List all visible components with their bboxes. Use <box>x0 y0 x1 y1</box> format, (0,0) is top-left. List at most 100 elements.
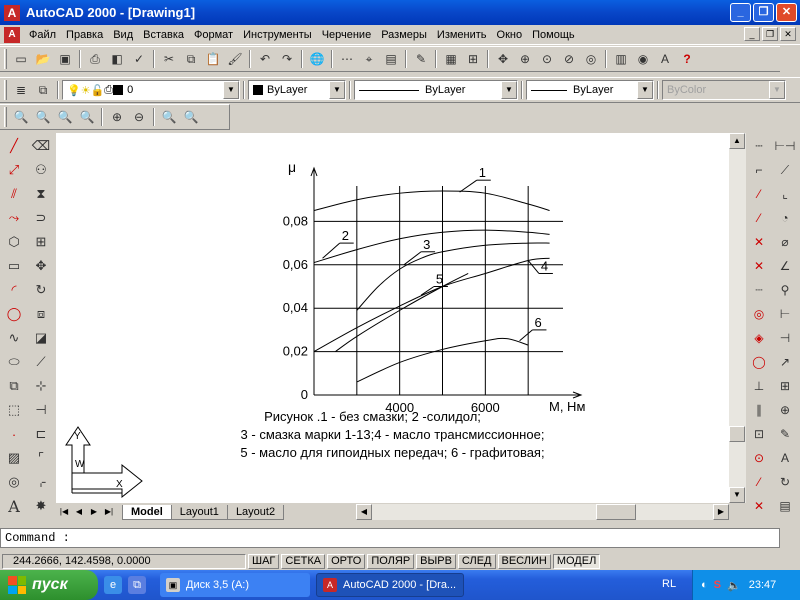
toolbar-grip[interactable] <box>4 80 7 100</box>
center-mark-icon[interactable]: ⊕ <box>774 399 796 421</box>
minimize-button[interactable]: _ <box>730 3 751 22</box>
new-icon[interactable]: ▭ <box>10 48 32 70</box>
stretch-icon[interactable]: ◪ <box>30 327 52 349</box>
next-tab-icon[interactable]: ▶ <box>87 505 101 519</box>
zoom-previous-icon[interactable]: ⊘ <box>558 48 580 70</box>
snap-nearest-icon[interactable]: ⁄ <box>748 471 770 493</box>
snap-icon[interactable]: ⋯ <box>336 48 358 70</box>
lengthen-icon[interactable]: ⟋ <box>30 351 52 373</box>
scroll-right-button[interactable]: ▶ <box>713 504 729 520</box>
menu-help[interactable]: Помощь <box>527 29 580 41</box>
first-tab-icon[interactable]: |◀ <box>57 505 71 519</box>
paste-icon[interactable]: 📋 <box>202 48 224 70</box>
mtext-icon[interactable]: A <box>3 495 25 517</box>
snap-midpoint-icon[interactable]: ⁄ <box>748 207 770 229</box>
tab-layout1[interactable]: Layout1 <box>170 504 228 520</box>
scale-icon[interactable]: ⧈ <box>30 303 52 325</box>
chevron-down-icon[interactable]: ▼ <box>501 81 517 99</box>
toolbar-grip[interactable] <box>4 107 7 127</box>
lineweight-select[interactable]: ByLayer ▼ <box>526 80 654 100</box>
snap-apparent-icon[interactable]: ✕ <box>748 255 770 277</box>
ellipse-icon[interactable]: ⬭ <box>3 351 25 373</box>
temp-track-icon[interactable]: ┄ <box>748 135 770 157</box>
osnap-toggle[interactable]: ВЫРВ <box>416 554 456 569</box>
dim-diameter-icon[interactable]: ⌀ <box>774 231 796 253</box>
snap-intersection-icon[interactable]: ✕ <box>748 231 770 253</box>
vertical-scroll-thumb[interactable] <box>729 426 745 442</box>
menu-modify[interactable]: Изменить <box>432 29 492 41</box>
title-bar[interactable]: A AutoCAD 2000 - [Drawing1] _ ❐ ✕ <box>0 0 800 25</box>
zoom-extents-icon[interactable]: 🔍 <box>180 106 202 128</box>
dim-aligned-icon[interactable]: ⟋ <box>774 159 796 181</box>
menu-tools[interactable]: Инструменты <box>238 29 317 41</box>
close-button[interactable]: ✕ <box>776 3 797 22</box>
start-button[interactable]: пуск <box>0 570 98 600</box>
color-select[interactable]: ByLayer ▼ <box>248 80 346 100</box>
snap-node-icon[interactable]: ⊙ <box>748 447 770 469</box>
dim-continue-icon[interactable]: ⊣ <box>774 327 796 349</box>
dim-quick-icon[interactable]: ⚲ <box>774 279 796 301</box>
polygon-icon[interactable]: ⬡ <box>3 231 25 253</box>
scroll-down-button[interactable]: ▼ <box>729 487 745 503</box>
print-icon[interactable]: ⎙ <box>84 48 106 70</box>
measure-icon[interactable]: ▤ <box>380 48 402 70</box>
match-icon[interactable]: 🖌 <box>224 48 246 70</box>
zoom-scale-icon[interactable]: 🔍 <box>54 106 76 128</box>
design-center-icon[interactable]: ⊞ <box>462 48 484 70</box>
dim-text-edit-icon[interactable]: A <box>774 447 796 469</box>
zoom-window-icon[interactable]: 🔍 <box>10 106 32 128</box>
multiline-icon[interactable]: ⫽ <box>3 183 25 205</box>
zoom-center-icon[interactable]: 🔍 <box>76 106 98 128</box>
spline-icon[interactable]: ∿ <box>3 327 25 349</box>
tolerance-icon[interactable]: ⊞ <box>774 375 796 397</box>
snap-endpoint-icon[interactable]: ⁄ <box>748 183 770 205</box>
doc-minimize-button[interactable]: _ <box>744 27 760 41</box>
snap-center-icon[interactable]: ◎ <box>748 303 770 325</box>
array-icon[interactable]: ⊞ <box>30 231 52 253</box>
layer-select[interactable]: 💡 ☀ 🔓 ⎙ 0 ▼ <box>62 80 240 100</box>
task-floppy[interactable]: ▣ Диск 3,5 (A:) <box>160 573 310 597</box>
snap-perpendicular-icon[interactable]: ⊥ <box>748 375 770 397</box>
menu-edit[interactable]: Правка <box>61 29 108 41</box>
restore-button[interactable]: ❐ <box>753 3 774 22</box>
save-icon[interactable]: ▣ <box>54 48 76 70</box>
linetype-select[interactable]: ByLayer ▼ <box>354 80 518 100</box>
zoom-all-icon[interactable]: 🔍 <box>158 106 180 128</box>
horizontal-scrollbar[interactable]: ◀ ▶ <box>356 504 729 520</box>
toolbar-grip[interactable] <box>4 49 7 69</box>
snap-parallel-icon[interactable]: ∥ <box>748 399 770 421</box>
task-autocad[interactable]: A AutoCAD 2000 - [Dra... <box>316 573 464 597</box>
web-icon[interactable]: 🌐 <box>306 48 328 70</box>
erase-icon[interactable]: ⌫ <box>30 135 52 157</box>
make-current-icon[interactable]: ⧉ <box>32 79 54 101</box>
menu-window[interactable]: Окно <box>492 29 528 41</box>
snap-toggle[interactable]: ШАГ <box>248 554 280 569</box>
otrack-toggle[interactable]: СЛЕД <box>457 554 496 569</box>
doc-close-button[interactable]: ✕ <box>780 27 796 41</box>
help-icon[interactable]: ? <box>676 48 698 70</box>
snap-insert-icon[interactable]: ⊡ <box>748 423 770 445</box>
preview-icon[interactable]: ◧ <box>106 48 128 70</box>
xline-icon[interactable]: ⤢ <box>3 159 25 181</box>
db-icon[interactable]: ▥ <box>610 48 632 70</box>
pan-icon[interactable]: ✥ <box>492 48 514 70</box>
vertical-scrollbar[interactable]: ▲ ▼ <box>729 133 746 503</box>
zoom-in-icon[interactable]: ⊕ <box>106 106 128 128</box>
tray-icon-2[interactable]: S <box>714 579 721 591</box>
move-icon[interactable]: ✥ <box>30 255 52 277</box>
copy-icon[interactable]: ⧉ <box>180 48 202 70</box>
tray-icon-1[interactable]: ◐ <box>701 579 708 591</box>
region-icon[interactable]: ◎ <box>3 471 25 493</box>
make-block-icon[interactable]: ⬚ <box>3 399 25 421</box>
drawing-canvas[interactable]: 0 0,02 0,04 0,06 0,08 4000 6000 μ М, Нм 1 2 3 4 5 6 Ри… <box>56 133 729 503</box>
model-toggle[interactable]: МОДЕЛ <box>552 554 601 569</box>
menu-draw[interactable]: Черчение <box>317 29 377 41</box>
pick-icon[interactable]: ⌖ <box>358 48 380 70</box>
mirror-icon[interactable]: ⧗ <box>30 183 52 205</box>
prev-tab-icon[interactable]: ◀ <box>72 505 86 519</box>
insert-block-icon[interactable]: ⧉ <box>3 375 25 397</box>
menu-dimension[interactable]: Размеры <box>376 29 432 41</box>
horizontal-scroll-thumb[interactable] <box>596 504 636 520</box>
menu-view[interactable]: Вид <box>108 29 138 41</box>
redo-icon[interactable]: ↷ <box>276 48 298 70</box>
